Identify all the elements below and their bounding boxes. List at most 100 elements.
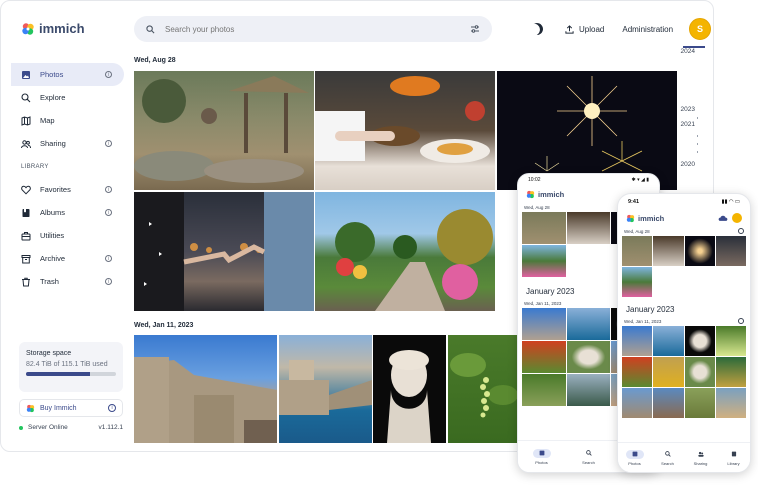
photo-thumbnail[interactable] [566,374,611,406]
administration-button[interactable]: Administration [622,25,673,34]
photo-thumbnail[interactable] [653,388,684,418]
sidebar-item-archive[interactable]: Archive i [11,247,124,270]
scrubber-year[interactable]: 2021 [681,121,695,128]
photo-thumbnail[interactable] [522,245,566,277]
theme-toggle-moon-icon[interactable] [529,21,545,37]
storage-panel[interactable]: Storage space 82.4 TiB of 115.1 TiB used [19,342,123,392]
phone-photo-grid [618,326,750,418]
phone-nav-label: Photos [535,459,548,465]
phone-nav-label: Sharing [693,460,708,466]
select-group-icon[interactable] [738,318,744,324]
map-icon [21,115,31,126]
search-bar[interactable] [134,16,492,42]
cloud-upload-icon[interactable] [718,214,728,222]
phone-logo-text: immich [538,189,565,199]
photo-thumbnail[interactable] [622,236,653,266]
photo-thumbnail[interactable] [522,341,566,373]
select-group-icon[interactable] [738,228,744,234]
photo-thumbnail[interactable] [315,192,495,311]
sidebar-item-map[interactable]: Map [11,109,124,132]
sidebar-item-albums[interactable]: Albums i [11,201,124,224]
photo-thumbnail[interactable] [684,357,715,387]
info-icon[interactable]: i [105,278,112,285]
photo-thumbnail[interactable] [653,326,684,356]
sidebar-item-favorites[interactable]: Favorites i [11,178,124,201]
phone-nav-search[interactable]: Search [659,450,677,466]
photo-thumbnail[interactable] [715,236,746,266]
info-icon[interactable]: i [105,209,112,216]
photo-thumbnail[interactable] [566,341,611,373]
info-icon[interactable]: i [105,186,112,193]
photo-thumbnail[interactable] [622,326,653,356]
server-version[interactable]: v1.112.1 [99,424,123,431]
photo-thumbnail[interactable] [134,335,277,443]
photo-thumbnail[interactable] [134,71,314,190]
sidebar-item-photos[interactable]: Photos i [11,63,124,86]
sidebar-item-label: Favorites [40,185,71,194]
phone-nav-label: Library [727,460,740,466]
filter-options-icon[interactable] [470,24,480,34]
sidebar-item-label: Explore [40,93,66,102]
photo-thumbnail[interactable] [279,335,372,443]
user-avatar[interactable]: S [689,18,712,40]
phone-nav-photos[interactable]: Photos [625,449,644,466]
user-avatar[interactable] [732,213,742,223]
photo-thumbnail[interactable] [522,308,566,340]
date-group-header[interactable]: Wed, Aug 28 [134,57,176,64]
sidebar-item-explore[interactable]: Explore [11,86,124,109]
scrubber-tick [697,151,698,153]
photo-thumbnail[interactable] [622,357,653,387]
photo-thumbnail[interactable] [566,212,611,244]
photo-thumbnail[interactable] [653,357,684,387]
photo-thumbnail[interactable] [622,267,653,297]
search-input[interactable] [165,24,470,34]
upload-button[interactable]: Upload [565,25,604,34]
info-icon[interactable]: i [105,255,112,262]
immich-logo-icon [626,214,635,222]
search-icon [21,92,31,103]
photo-thumbnail[interactable] [522,374,566,406]
sidebar-item-utilities[interactable]: Utilities [11,224,124,247]
phone-nav-photos[interactable]: Photos [532,448,551,465]
header-actions: Upload Administration S [529,18,712,40]
photo-thumbnail[interactable] [715,388,746,418]
scrubber-year[interactable]: 2024 [681,48,695,55]
scrubber-year[interactable]: 2023 [681,106,695,113]
photo-thumbnail[interactable] [566,308,611,340]
sidebar-item-sharing[interactable]: Sharing i [11,132,124,155]
photo-thumbnail[interactable] [715,357,746,387]
phone-nav-search[interactable]: Search [580,449,598,465]
photo-thumbnail[interactable] [684,326,715,356]
info-icon[interactable]: i [105,71,112,78]
archive-icon [21,254,31,264]
photo-thumbnail[interactable] [653,236,684,266]
server-status: Server Online v1.112.1 [19,424,123,431]
photo-thumbnail[interactable] [315,71,495,190]
photos-icon [21,70,31,80]
phone-nav-library[interactable]: Library [725,450,743,466]
phone-nav-sharing[interactable]: Sharing [692,450,710,466]
photo-thumbnail[interactable] [373,335,446,443]
scrubber-tick [697,117,698,119]
info-icon[interactable]: i [108,404,116,412]
photo-thumbnail[interactable] [134,192,314,311]
date-group-header[interactable]: Wed, Jan 11, 2023 [134,322,193,329]
buy-immich-button[interactable]: Buy Immich i [19,399,123,417]
sidebar-item-label: Trash [40,277,59,286]
phone-status-bar: 10:02 ✱ ▾ ◢ ▮ [518,174,659,186]
phone-month-heading: January 2023 [626,305,675,314]
info-icon[interactable]: i [105,140,112,147]
photo-thumbnail[interactable] [684,388,715,418]
sidebar: Photos i Explore Map Sharing i LIBRARY F… [11,63,124,293]
sidebar-item-label: Sharing [40,139,66,148]
phone-nav-label: Search [661,460,674,466]
app-logo[interactable]: immich [21,21,85,36]
photo-thumbnail[interactable] [622,388,653,418]
photo-thumbnail[interactable] [684,236,715,266]
scrubber-year[interactable]: 2020 [681,161,695,168]
photo-thumbnail[interactable] [715,326,746,356]
photo-thumbnail[interactable] [448,335,518,443]
phone-nav-label: Search [582,459,595,465]
sidebar-item-trash[interactable]: Trash i [11,270,124,293]
photo-thumbnail[interactable] [522,212,566,244]
